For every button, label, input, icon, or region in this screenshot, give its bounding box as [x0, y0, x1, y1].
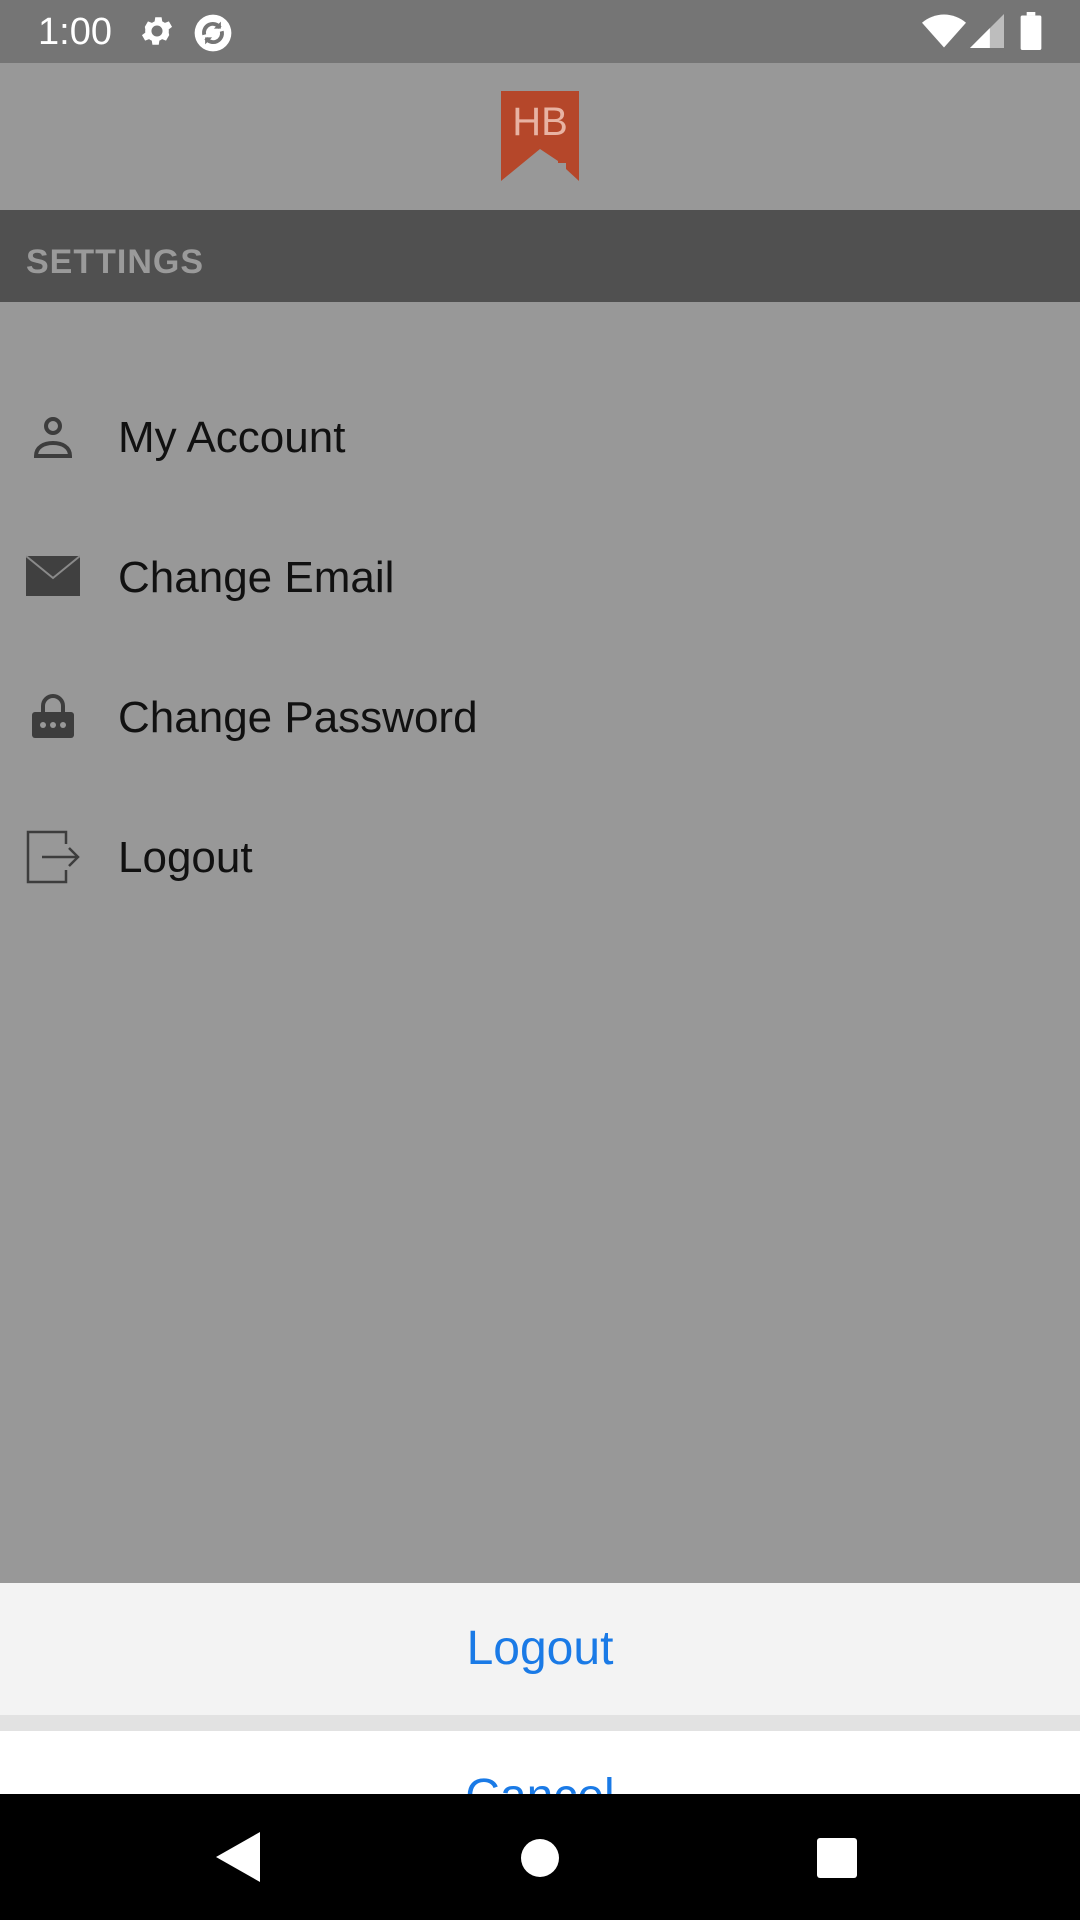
envelope-icon	[26, 555, 80, 596]
logout-confirm-button[interactable]: Logout	[0, 1583, 1080, 1715]
menu-item-change-email[interactable]: Change Email	[0, 508, 1080, 648]
logo-text: HB	[512, 100, 568, 144]
logout-confirm-label: Logout	[466, 1622, 614, 1675]
menu-item-change-password[interactable]: Change Password	[0, 648, 1080, 788]
hb-logo: HB	[501, 91, 579, 181]
navigation-bar	[0, 1794, 1080, 1920]
cancel-button[interactable]: Cancel	[0, 1731, 1080, 1794]
menu-label: My Account	[118, 413, 346, 462]
wifi-icon	[922, 14, 966, 48]
signal-icon	[970, 14, 1004, 48]
menu-item-logout[interactable]: Logout	[0, 788, 1080, 928]
status-time: 1:00	[38, 11, 112, 53]
menu-label: Change Email	[118, 553, 395, 602]
battery-icon	[1020, 12, 1042, 50]
sync-icon	[194, 14, 232, 52]
cancel-label: Cancel	[0, 1769, 1080, 1794]
sheet-divider	[0, 1715, 1080, 1731]
app-header: HB	[0, 63, 1080, 210]
section-header: SETTINGS	[0, 210, 1080, 302]
section-title: SETTINGS	[26, 243, 205, 281]
menu-label: Logout	[118, 833, 253, 882]
person-icon	[33, 417, 73, 458]
logout-icon	[26, 830, 80, 884]
menu-item-my-account[interactable]: My Account	[0, 368, 1080, 508]
recents-icon[interactable]	[817, 1838, 857, 1878]
settings-gear-icon	[141, 17, 173, 45]
back-icon[interactable]	[216, 1832, 260, 1882]
menu-label: Change Password	[118, 693, 478, 742]
home-icon[interactable]	[520, 1838, 560, 1878]
lock-icon	[32, 694, 74, 738]
status-bar: 1:00	[0, 0, 1080, 63]
